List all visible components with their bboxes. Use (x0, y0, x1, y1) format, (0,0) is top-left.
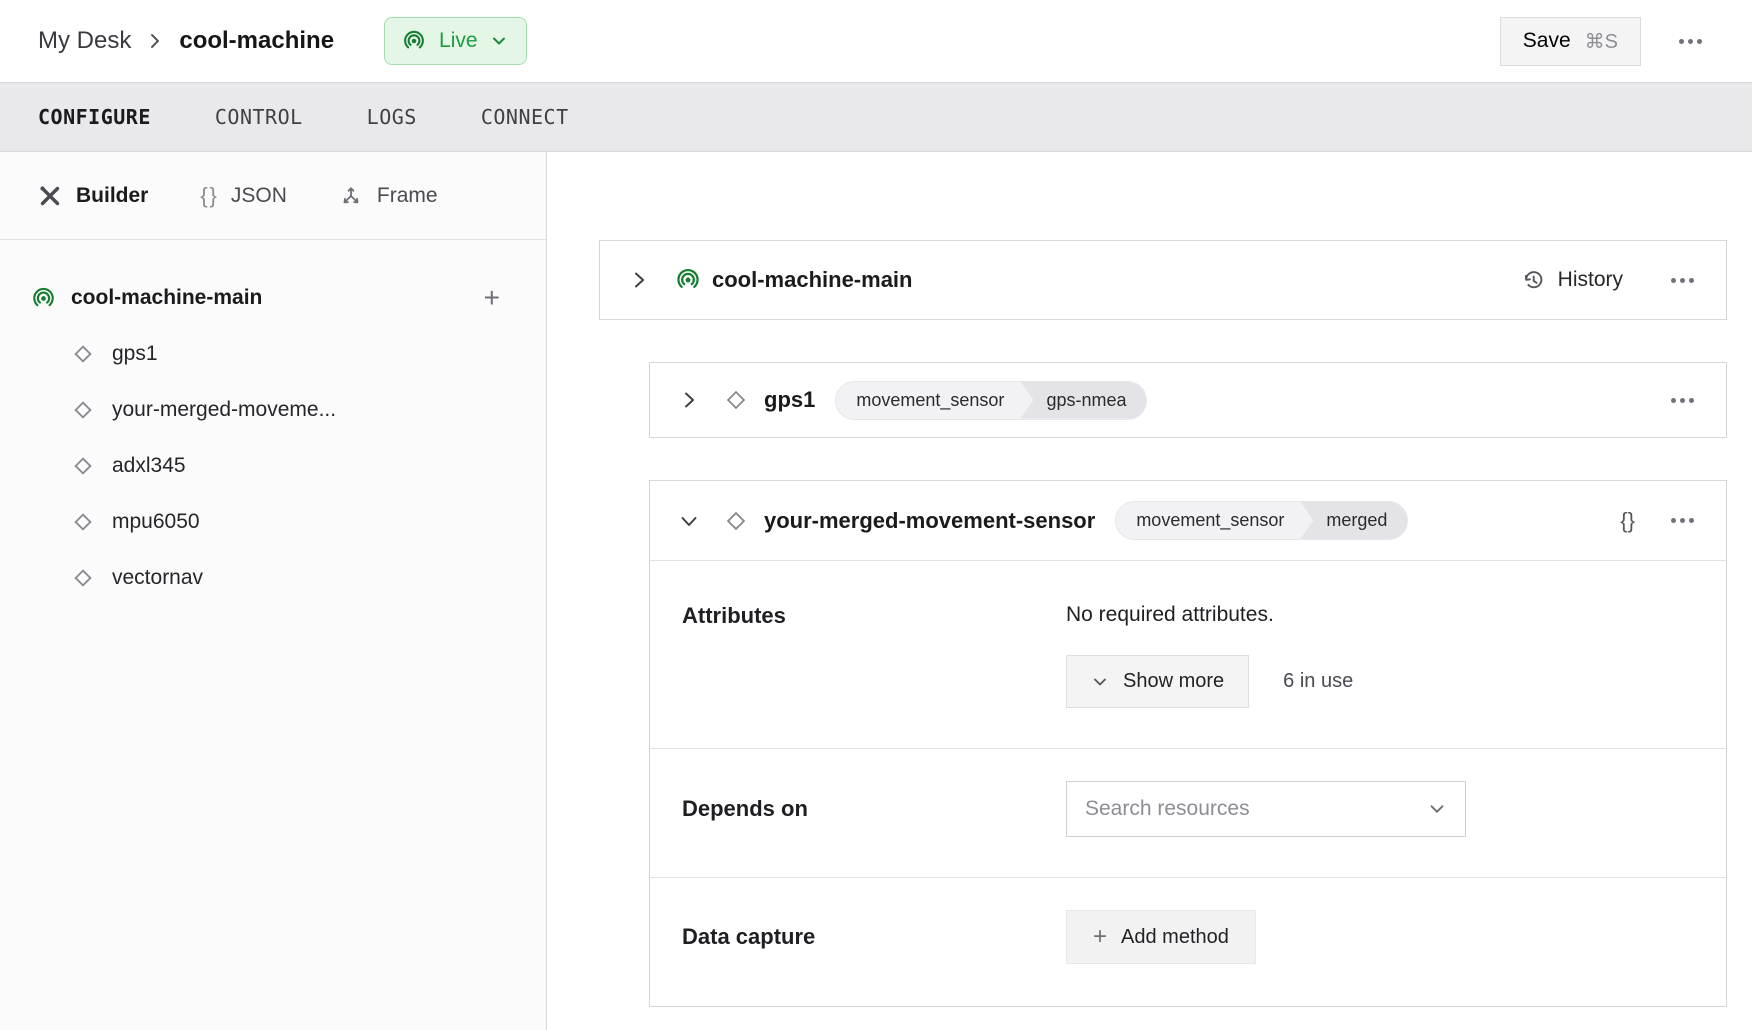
component-diamond-icon (70, 341, 96, 367)
live-label: Live (439, 29, 478, 53)
gps1-type-tag: movement_sensor gps-nmea (835, 381, 1147, 420)
tree-item-gps1[interactable]: gps1 (30, 326, 508, 382)
gps1-title: gps1 (764, 387, 815, 413)
depends-on-section: Depends on Search resources (650, 748, 1726, 877)
data-capture-label: Data capture (682, 924, 1066, 950)
tree-item-label: your-merged-moveme... (112, 398, 336, 422)
tree-item-label: gps1 (112, 342, 158, 366)
save-button[interactable]: Save ⌘S (1500, 17, 1641, 66)
merged-sensor-header: your-merged-movement-sensor movement_sen… (650, 481, 1726, 561)
plus-icon: + (1093, 925, 1107, 949)
component-diamond-icon (722, 386, 750, 414)
tag-model: gps-nmea (1020, 382, 1146, 419)
history-button[interactable]: History (1521, 268, 1623, 293)
merged-sensor-overflow-menu-icon[interactable] (1665, 512, 1700, 529)
tree-item-main-part[interactable]: cool-machine-main + (30, 270, 508, 326)
save-label: Save (1523, 29, 1571, 53)
history-icon (1521, 268, 1546, 293)
attributes-label: Attributes (682, 601, 1066, 708)
data-capture-section: Data capture + Add method (650, 877, 1726, 1006)
tree-item-label: adxl345 (112, 454, 186, 478)
viewtab-frame[interactable]: Frame (339, 184, 438, 208)
broadcast-icon (30, 285, 57, 312)
tab-logs[interactable]: LOGS (367, 105, 417, 129)
merged-sensor-title: your-merged-movement-sensor (764, 508, 1095, 534)
tools-icon (38, 184, 62, 208)
tree-item-label: mpu6050 (112, 510, 200, 534)
collapse-chevron-icon[interactable] (678, 510, 700, 532)
component-diamond-icon (70, 565, 96, 591)
tab-connect[interactable]: CONNECT (481, 105, 569, 129)
depends-on-label: Depends on (682, 796, 1066, 822)
viewtab-frame-label: Frame (377, 184, 438, 208)
save-shortcut: ⌘S (1585, 29, 1618, 54)
chevron-down-icon (490, 32, 508, 50)
tree-item-label: cool-machine-main (71, 286, 262, 310)
tree-item-merged-sensor[interactable]: your-merged-moveme... (30, 382, 508, 438)
merged-sensor-card: your-merged-movement-sensor movement_sen… (649, 480, 1727, 1007)
machine-part-title: cool-machine-main (712, 267, 912, 293)
braces-icon: { } (200, 183, 217, 209)
component-diamond-icon (70, 397, 96, 423)
show-more-label: Show more (1123, 670, 1224, 693)
component-diamond-icon (70, 453, 96, 479)
tree-item-adxl345[interactable]: adxl345 (30, 438, 508, 494)
config-view-tabs: Builder { } JSON Frame (0, 152, 546, 240)
depends-on-placeholder: Search resources (1085, 797, 1427, 821)
broadcast-icon (401, 28, 427, 54)
tab-control[interactable]: CONTROL (215, 105, 303, 129)
edit-json-icon[interactable]: {} (1620, 508, 1635, 534)
add-component-button[interactable]: + (476, 284, 508, 312)
add-method-label: Add method (1121, 926, 1229, 949)
config-main-panel: cool-machine-main History (547, 152, 1752, 1030)
breadcrumb-root[interactable]: My Desk (38, 27, 131, 55)
add-method-button[interactable]: + Add method (1066, 910, 1256, 964)
viewtab-json[interactable]: { } JSON (200, 183, 287, 209)
main-tabbar: CONFIGURE CONTROL LOGS CONNECT (0, 82, 1752, 152)
resource-tree: cool-machine-main + gps1 your-merged-mov… (0, 240, 546, 606)
expand-chevron-icon[interactable] (678, 389, 700, 411)
header-overflow-menu-icon[interactable] (1673, 33, 1708, 50)
attributes-empty-text: No required attributes. (1066, 603, 1694, 627)
attributes-in-use-count: 6 in use (1283, 670, 1353, 693)
viewtab-builder[interactable]: Builder (38, 184, 148, 208)
breadcrumb: My Desk cool-machine (38, 27, 334, 55)
breadcrumb-current: cool-machine (179, 27, 334, 55)
tree-item-vectornav[interactable]: vectornav (30, 550, 508, 606)
machine-part-card: cool-machine-main History (599, 240, 1727, 320)
attributes-section: Attributes No required attributes. Show … (650, 561, 1726, 748)
breadcrumb-separator-icon (147, 31, 163, 51)
axes-icon (339, 184, 363, 208)
gps1-overflow-menu-icon[interactable] (1665, 392, 1700, 409)
history-label: History (1558, 268, 1623, 292)
tree-item-mpu6050[interactable]: mpu6050 (30, 494, 508, 550)
depends-on-select[interactable]: Search resources (1066, 781, 1466, 837)
tag-model: merged (1300, 502, 1407, 539)
viewtab-json-label: JSON (231, 184, 287, 208)
machine-card-overflow-menu-icon[interactable] (1665, 272, 1700, 289)
component-diamond-icon (722, 507, 750, 535)
tab-configure[interactable]: CONFIGURE (38, 105, 151, 129)
expand-chevron-icon[interactable] (628, 269, 650, 291)
tree-item-label: vectornav (112, 566, 203, 590)
tag-type: movement_sensor (1116, 502, 1300, 539)
chevron-down-icon (1427, 799, 1447, 819)
gps1-card: gps1 movement_sensor gps-nmea (649, 362, 1727, 438)
component-diamond-icon (70, 509, 96, 535)
chevron-down-icon (1091, 673, 1109, 691)
tag-type: movement_sensor (836, 382, 1020, 419)
viewtab-builder-label: Builder (76, 184, 148, 208)
config-sidebar: Builder { } JSON Frame (0, 152, 547, 1030)
show-more-button[interactable]: Show more (1066, 655, 1249, 708)
broadcast-icon (674, 266, 702, 294)
live-status-dropdown[interactable]: Live (384, 17, 527, 65)
app-header: My Desk cool-machine Live Save ⌘S (0, 0, 1752, 82)
merged-sensor-type-tag: movement_sensor merged (1115, 501, 1408, 540)
